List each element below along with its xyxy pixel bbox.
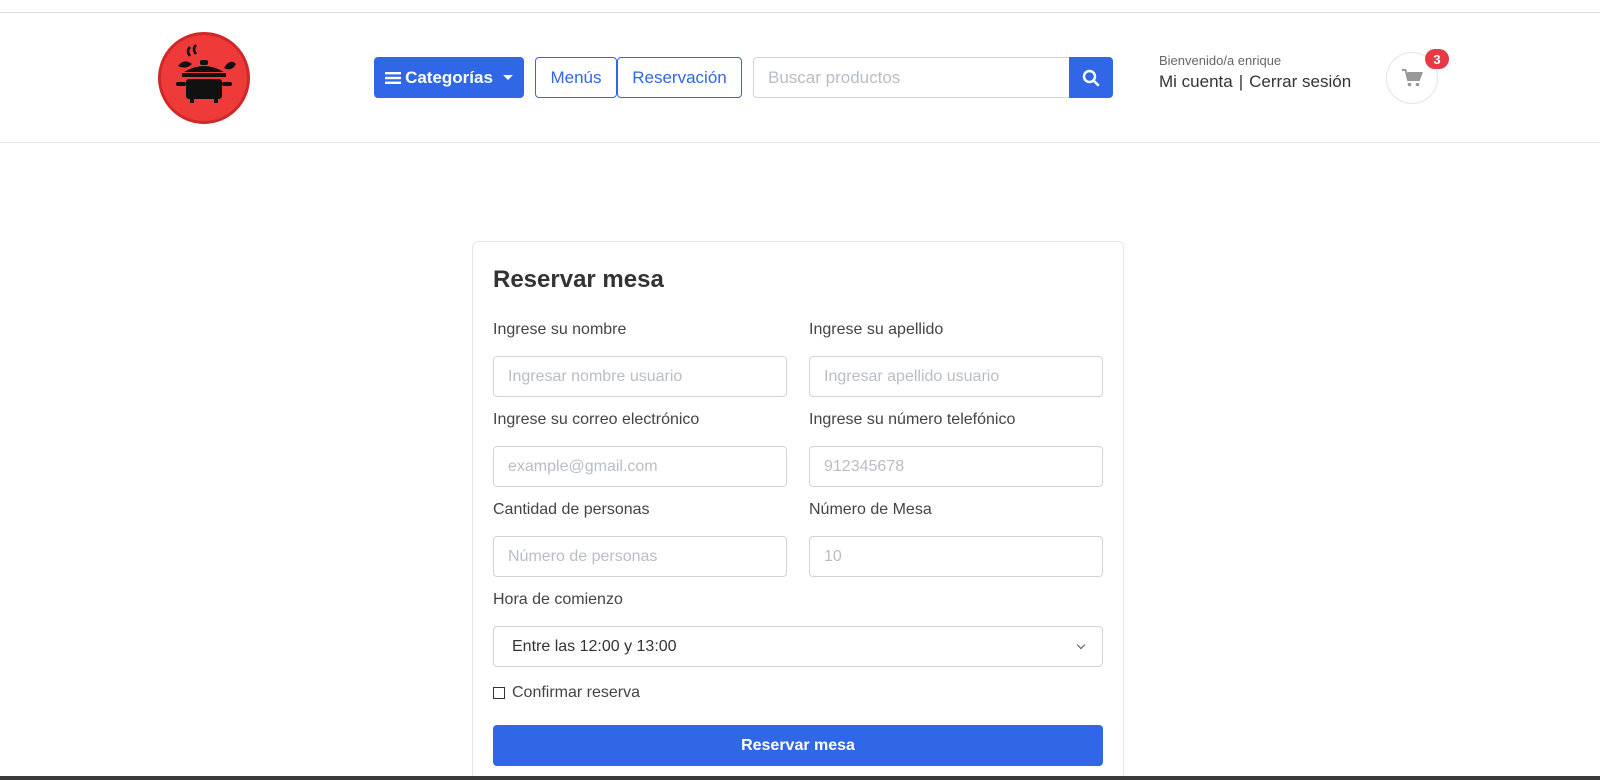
email-label: Ingrese su correo electrónico [493,411,700,428]
phone-group: Ingrese su número telefónico [809,411,1103,487]
menus-button[interactable]: Menús [535,57,617,98]
categories-label: Categorías [405,67,493,87]
confirm-row: Confirmar reserva [493,684,640,702]
first-name-input[interactable] [493,356,787,397]
cart-count-badge: 3 [1425,49,1449,69]
my-account-link[interactable]: Mi cuenta [1159,72,1233,92]
first-name-label: Ingrese su nombre [493,321,627,338]
site-header: Categorías Menús Reservación Bienvenido/… [0,13,1600,143]
search-bar [753,57,1113,98]
restaurant-logo[interactable] [158,32,250,124]
reservation-card: Reservar mesa Ingrese su nombre Ingrese … [472,241,1124,780]
cooking-pot-icon [176,44,236,103]
search-icon [1082,69,1100,86]
start-time-label: Hora de comienzo [493,591,623,608]
phone-input[interactable] [809,446,1103,487]
reservation-button[interactable]: Reservación [617,57,742,98]
form-title: Reservar mesa [493,266,664,293]
search-button[interactable] [1069,57,1113,98]
table-number-label: Número de Mesa [809,501,932,518]
party-size-group: Cantidad de personas [493,501,787,577]
confirm-label: Confirmar reserva [512,684,641,701]
categories-dropdown-button[interactable]: Categorías [374,57,524,98]
phone-label: Ingrese su número telefónico [809,411,1016,428]
start-time-select[interactable]: Entre las 12:00 y 13:00 [493,626,1103,667]
table-number-group: Número de Mesa [809,501,1103,577]
caret-down-icon [502,75,513,80]
search-input[interactable] [753,57,1069,98]
party-size-label: Cantidad de personas [493,501,650,518]
logout-link[interactable]: Cerrar sesión [1249,72,1351,92]
link-separator: | [1238,72,1244,91]
party-size-input[interactable] [493,536,787,577]
email-input[interactable] [493,446,787,487]
confirm-checkbox[interactable] [493,687,505,699]
table-number-input[interactable] [809,536,1103,577]
reserve-submit-button[interactable]: Reservar mesa [493,725,1103,766]
last-name-label: Ingrese su apellido [809,321,944,338]
hamburger-icon [385,71,402,84]
welcome-text: Bienvenido/a enrique [1159,53,1282,68]
account-links: Mi cuenta | Cerrar sesión [1159,72,1351,92]
start-time-selected: Entre las 12:00 y 13:00 [512,637,677,655]
email-group: Ingrese su correo electrónico [493,411,787,487]
chevron-down-icon [1076,640,1086,649]
last-name-input[interactable] [809,356,1103,397]
start-time-group: Hora de comienzo Entre las 12:00 y 13:00 [493,591,1103,667]
bottom-edge-bar [0,776,1600,780]
first-name-group: Ingrese su nombre [493,321,787,397]
last-name-group: Ingrese su apellido [809,321,1103,397]
cart-icon [1402,69,1423,87]
